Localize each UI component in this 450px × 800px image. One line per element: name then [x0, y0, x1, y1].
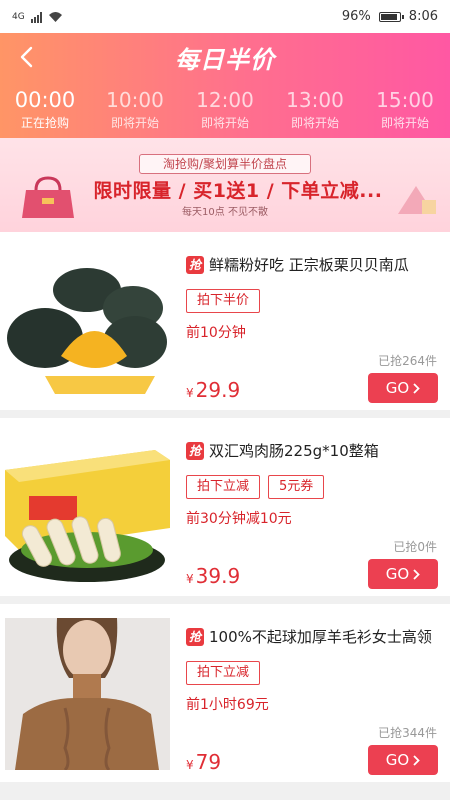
- chevron-right-icon: [413, 568, 420, 580]
- go-label: GO: [385, 565, 410, 583]
- product-card[interactable]: 抢 100%不起球加厚羊毛衫女士高领 拍下立减 前1小时69元 已抢344件 ¥…: [0, 604, 450, 782]
- qiang-badge-icon: 抢: [186, 255, 204, 274]
- tab-0000[interactable]: 00:00 正在抢购: [0, 81, 90, 138]
- product-title: 鲜糯粉好吃 正宗板栗贝贝南瓜: [209, 256, 409, 274]
- product-price: ¥29.9: [186, 378, 240, 402]
- currency-symbol: ¥: [186, 572, 194, 586]
- product-price: ¥79: [186, 750, 221, 774]
- signal-icon: [30, 11, 42, 23]
- promo-description: 前30分钟减10元: [186, 511, 292, 527]
- network-type: 4G: [12, 11, 25, 22]
- header: 每日半价: [0, 33, 450, 81]
- product-title-row: 抢 双汇鸡肉肠225g*10整箱: [186, 440, 438, 461]
- qiang-badge-icon: 抢: [186, 441, 204, 460]
- product-image-sweater: [5, 618, 170, 770]
- coupon-tag: 5元券: [268, 475, 325, 499]
- banner-headline: 限时限量 / 买1送1 / 下单立减...: [93, 180, 383, 202]
- price-value: 39.9: [195, 564, 241, 588]
- pumpkin-image: [5, 246, 170, 398]
- tab-time: 12:00: [196, 88, 254, 112]
- product-price: ¥39.9: [186, 564, 240, 588]
- sweater-model-image: [5, 618, 170, 770]
- tab-1000[interactable]: 10:00 即将开始: [90, 81, 180, 138]
- page-title: 每日半价: [175, 45, 275, 74]
- promo-tag: 拍下立减: [186, 475, 261, 499]
- status-bar: 4G 96% 8:06: [0, 0, 450, 33]
- tab-time: 00:00: [14, 88, 76, 112]
- product-tags: 拍下半价: [186, 289, 261, 313]
- tab-status: 正在抢购: [20, 116, 69, 130]
- promo-tag: 拍下立减: [186, 661, 261, 685]
- clock: 8:06: [408, 9, 438, 24]
- price-value: 29.9: [195, 378, 241, 402]
- go-label: GO: [385, 751, 410, 769]
- tab-status: 即将开始: [290, 116, 339, 130]
- gift-decoration-icon: [398, 186, 436, 214]
- product-card[interactable]: 抢 鲜糯粉好吃 正宗板栗贝贝南瓜 拍下半价 前10分钟 已抢264件 ¥29.9…: [0, 232, 450, 410]
- sold-count: 已抢0件: [393, 540, 437, 554]
- go-label: GO: [385, 379, 410, 397]
- promo-tag: 拍下半价: [186, 289, 261, 313]
- product-image-sausage: [5, 432, 170, 584]
- currency-symbol: ¥: [186, 386, 194, 400]
- tab-time: 10:00: [106, 88, 164, 112]
- tab-status: 即将开始: [110, 116, 159, 130]
- banner-subtitle: 淘抢购/聚划算半价盘点: [139, 154, 311, 174]
- product-card[interactable]: 抢 双汇鸡肉肠225g*10整箱 拍下立减 5元券 前30分钟减10元 已抢0件…: [0, 418, 450, 596]
- tab-1200[interactable]: 12:00 即将开始: [180, 81, 270, 138]
- sold-count: 已抢344件: [378, 726, 437, 740]
- price-value: 79: [195, 750, 222, 774]
- sold-count: 已抢264件: [378, 354, 437, 368]
- product-title: 双汇鸡肉肠225g*10整箱: [209, 442, 379, 460]
- product-title: 100%不起球加厚羊毛衫女士高领: [209, 628, 432, 646]
- go-button[interactable]: GO: [368, 559, 438, 589]
- go-button[interactable]: GO: [368, 373, 438, 403]
- promo-banner[interactable]: 淘抢购/聚划算半价盘点 限时限量 / 买1送1 / 下单立减... 每天10点 …: [0, 138, 450, 232]
- product-image-pumpkin: [5, 246, 170, 398]
- tab-status: 即将开始: [380, 116, 429, 130]
- chevron-right-icon: [413, 754, 420, 766]
- product-tags: 拍下立减: [186, 661, 261, 685]
- promo-description: 前10分钟: [186, 325, 246, 341]
- time-tabs: 00:00 正在抢购 10:00 即将开始 12:00 即将开始 13:00 即…: [0, 81, 450, 138]
- promo-description: 前1小时69元: [186, 697, 269, 713]
- tab-time: 13:00: [286, 88, 344, 112]
- battery-icon: [378, 11, 404, 22]
- tab-1500[interactable]: 15:00 即将开始: [360, 81, 450, 138]
- product-title-row: 抢 鲜糯粉好吃 正宗板栗贝贝南瓜: [186, 254, 438, 275]
- sausage-box-image: [5, 432, 170, 584]
- tab-status: 即将开始: [200, 116, 249, 130]
- qiang-badge-icon: 抢: [186, 627, 204, 646]
- go-button[interactable]: GO: [368, 745, 438, 775]
- chevron-right-icon: [413, 382, 420, 394]
- product-title-row: 抢 100%不起球加厚羊毛衫女士高领: [186, 626, 438, 647]
- banner-tagline: 每天10点 不见不散: [182, 207, 268, 218]
- tab-time: 15:00: [376, 88, 434, 112]
- currency-symbol: ¥: [186, 758, 194, 772]
- network-status: 4G: [12, 11, 63, 23]
- handbag-icon: [22, 176, 74, 218]
- back-button[interactable]: [10, 41, 42, 73]
- wifi-icon: [48, 11, 62, 22]
- battery-percent: 96%: [341, 9, 371, 24]
- tab-1300[interactable]: 13:00 即将开始: [270, 81, 360, 138]
- product-tags: 拍下立减 5元券: [186, 475, 325, 499]
- chevron-left-icon: [20, 46, 33, 68]
